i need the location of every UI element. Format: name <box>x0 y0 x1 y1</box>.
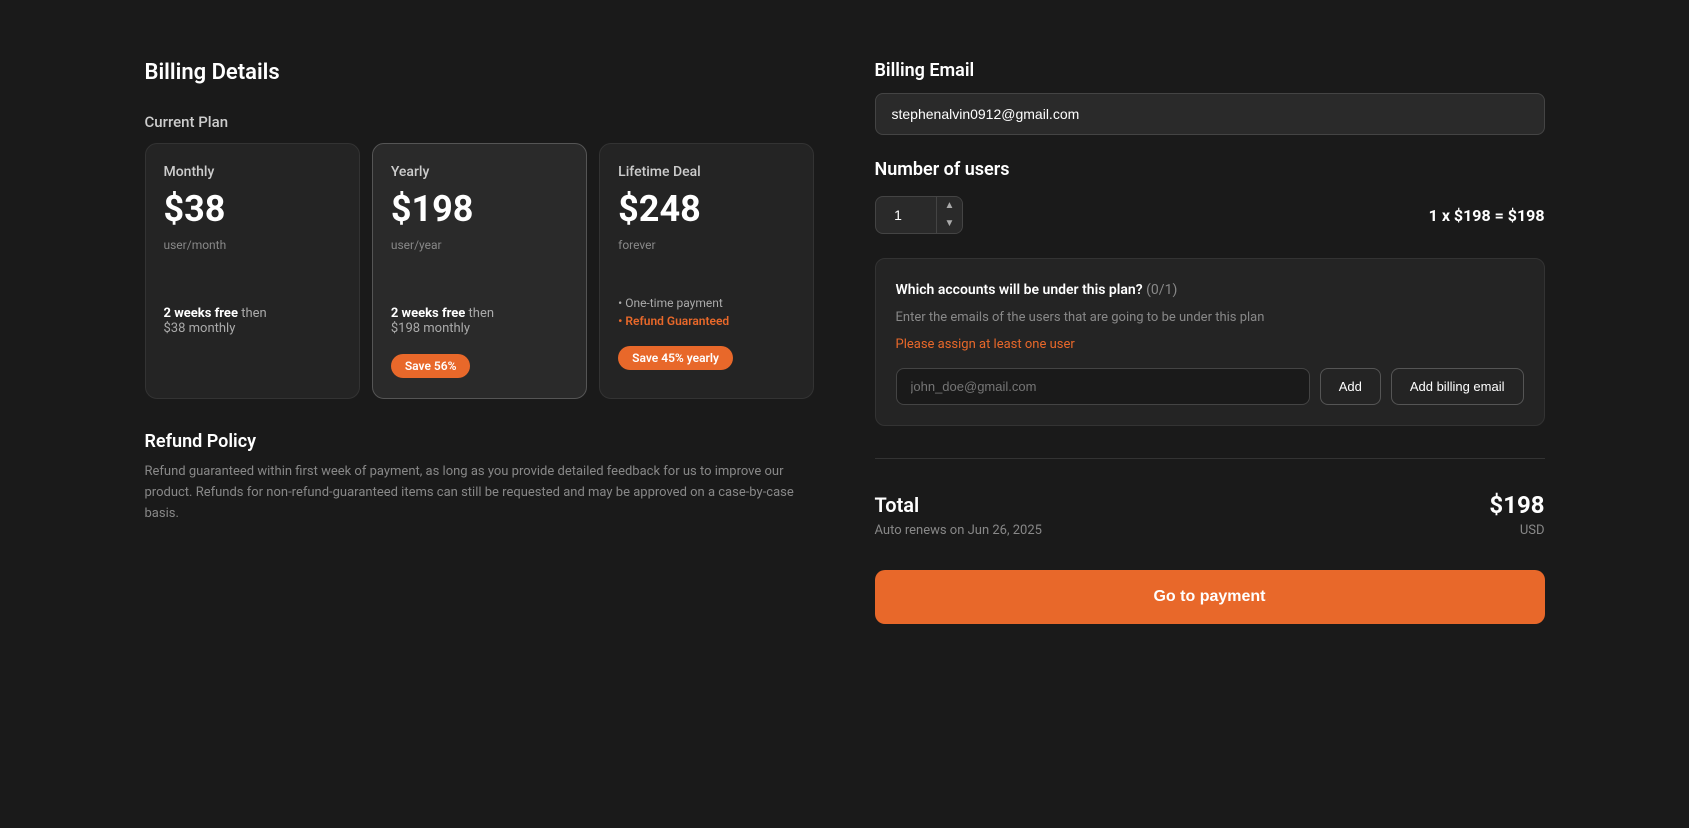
refund-policy-title: Refund Policy <box>145 431 815 452</box>
billing-email-title: Billing Email <box>875 60 1545 81</box>
divider <box>875 458 1545 459</box>
plan-name-lifetime: Lifetime Deal <box>618 164 795 180</box>
plan-name-yearly: Yearly <box>391 164 568 180</box>
right-panel: Billing Email Number of users ▲ ▼ 1 x $1… <box>875 60 1545 768</box>
price-calculation: 1 x $198 = $198 <box>1429 206 1545 225</box>
plan-save-badge-lifetime: Save 45% yearly <box>618 346 733 370</box>
plan-card-lifetime[interactable]: Lifetime Deal $248 forever One-time paym… <box>599 143 814 399</box>
plan-price-yearly: $198 <box>391 188 568 230</box>
plan-price-monthly: $38 <box>164 188 341 230</box>
plan-trial-monthly: 2 weeks free then $38 monthly <box>164 306 341 336</box>
refund-policy-text: Refund guaranteed within first week of p… <box>145 462 815 524</box>
total-row: Total $198 <box>875 491 1545 519</box>
total-renewal: Auto renews on Jun 26, 2025 <box>875 523 1042 538</box>
stepper-up-button[interactable]: ▲ <box>937 197 963 215</box>
billing-email-input[interactable] <box>875 93 1545 135</box>
feature-refund: Refund Guaranteed <box>618 314 795 328</box>
accounts-header: Which accounts will be under this plan? … <box>896 279 1524 298</box>
total-renewal-row: Auto renews on Jun 26, 2025 USD <box>875 523 1545 538</box>
feature-one-time: One-time payment <box>618 296 795 310</box>
plan-period-monthly: user/month <box>164 238 341 252</box>
plan-name-monthly: Monthly <box>164 164 341 180</box>
page-container: Billing Details Current Plan Monthly $38… <box>145 60 1545 768</box>
plan-features-lifetime: One-time payment Refund Guaranteed <box>618 296 795 328</box>
go-to-payment-button[interactable]: Go to payment <box>875 570 1545 624</box>
accounts-input-row: Add Add billing email <box>896 368 1524 405</box>
plan-trial-yearly: 2 weeks free then $198 monthly <box>391 306 568 336</box>
plan-period-lifetime: forever <box>618 238 795 252</box>
total-label: Total <box>875 493 920 517</box>
billing-details-title: Billing Details <box>145 60 815 85</box>
left-panel: Billing Details Current Plan Monthly $38… <box>145 60 815 768</box>
stepper-down-button[interactable]: ▼ <box>937 215 963 233</box>
add-button[interactable]: Add <box>1320 368 1381 405</box>
plan-period-yearly: user/year <box>391 238 568 252</box>
plans-container: Monthly $38 user/month 2 weeks free then… <box>145 143 815 399</box>
plan-price-lifetime: $248 <box>618 188 795 230</box>
users-section: Number of users ▲ ▼ 1 x $198 = $198 <box>875 159 1545 234</box>
total-currency: USD <box>1520 523 1545 538</box>
refund-policy-section: Refund Policy Refund guaranteed within f… <box>145 431 815 524</box>
accounts-title: Which accounts will be under this plan? … <box>896 282 1178 298</box>
plan-card-monthly[interactable]: Monthly $38 user/month 2 weeks free then… <box>145 143 360 399</box>
accounts-error: Please assign at least one user <box>896 337 1524 352</box>
total-amount: $198 <box>1489 491 1544 519</box>
plan-card-yearly[interactable]: Yearly $198 user/year 2 weeks free then … <box>372 143 587 399</box>
accounts-description: Enter the emails of the users that are g… <box>896 310 1524 325</box>
stepper-buttons: ▲ ▼ <box>936 197 963 233</box>
total-section: Total $198 Auto renews on Jun 26, 2025 U… <box>875 491 1545 538</box>
add-billing-email-button[interactable]: Add billing email <box>1391 368 1524 405</box>
users-input[interactable] <box>876 199 936 231</box>
users-row: ▲ ▼ 1 x $198 = $198 <box>875 196 1545 234</box>
plan-save-badge-yearly: Save 56% <box>391 354 471 378</box>
accounts-email-input[interactable] <box>896 368 1310 405</box>
current-plan-label: Current Plan <box>145 113 815 131</box>
number-of-users-title: Number of users <box>875 159 1545 180</box>
users-stepper[interactable]: ▲ ▼ <box>875 196 964 234</box>
accounts-box: Which accounts will be under this plan? … <box>875 258 1545 426</box>
